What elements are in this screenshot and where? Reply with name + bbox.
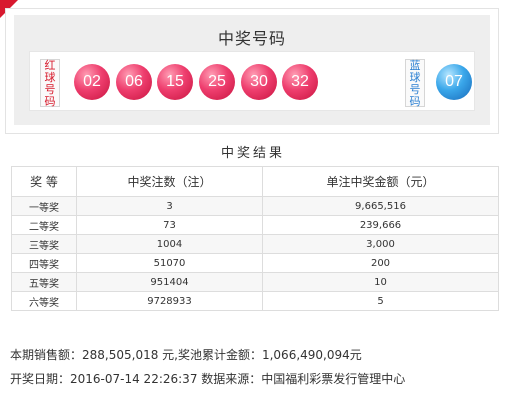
prize-table: 奖 等 中奖注数（注） 单注中奖金额（元） 一等奖 3 9,665,516 二等… [11, 166, 499, 311]
winning-numbers-title: 中奖号码 [217, 29, 286, 48]
prize-amount: 3,000 [262, 234, 499, 254]
winner-count: 1004 [76, 234, 263, 254]
prize-level: 六等奖 [11, 291, 77, 311]
prize-amount: 5 [262, 291, 499, 311]
red-ball: 15 [157, 64, 193, 100]
header-prize-amount: 单注中奖金额（元） [262, 166, 499, 197]
red-ball: 32 [282, 64, 318, 100]
table-row: 六等奖 9728933 5 [11, 291, 499, 311]
prize-level: 三等奖 [11, 234, 77, 254]
table-row: 三等奖 1004 3,000 [11, 234, 499, 254]
winner-count: 951404 [76, 272, 263, 292]
blue-ball-label: 蓝 球 号 码 [405, 59, 425, 108]
table-row: 一等奖 3 9,665,516 [11, 196, 499, 216]
header-winner-count: 中奖注数（注） [76, 166, 263, 197]
winning-numbers-inner: 中奖号码 红 球 号 码 02 06 15 25 30 32 蓝 球 号 码 0… [14, 15, 490, 125]
red-ball: 02 [74, 64, 110, 100]
prize-amount: 10 [262, 272, 499, 292]
winner-count: 51070 [76, 253, 263, 273]
prize-level: 一等奖 [11, 196, 77, 216]
winner-count: 73 [76, 215, 263, 235]
prize-level: 五等奖 [11, 272, 77, 292]
winning-numbers-panel: 中奖号码 红 球 号 码 02 06 15 25 30 32 蓝 球 号 码 0… [5, 8, 499, 134]
prize-amount: 9,665,516 [262, 196, 499, 216]
blue-label-char: 码 [409, 95, 421, 108]
prize-level: 四等奖 [11, 253, 77, 273]
red-label-char: 码 [44, 95, 56, 108]
table-row: 二等奖 73 239,666 [11, 215, 499, 235]
table-header-row: 奖 等 中奖注数（注） 单注中奖金额（元） [11, 166, 499, 197]
table-row: 四等奖 51070 200 [11, 253, 499, 273]
sales-summary: 本期销售额：288,505,018 元,奖池累计金额：1,066,490,094… [10, 348, 362, 362]
red-ball-label: 红 球 号 码 [40, 59, 60, 108]
header-prize-level: 奖 等 [11, 166, 77, 197]
prize-level: 二等奖 [11, 215, 77, 235]
draw-date-source: 开奖日期：2016-07-14 22:26:37 数据来源：中国福利彩票发行管理… [10, 372, 406, 386]
winner-count: 3 [76, 196, 263, 216]
red-ball: 25 [199, 64, 235, 100]
prize-amount: 200 [262, 253, 499, 273]
results-title: 中奖结果 [220, 146, 285, 161]
ball-row: 红 球 号 码 02 06 15 25 30 32 蓝 球 号 码 07 [29, 51, 475, 111]
red-ball: 06 [116, 64, 152, 100]
red-ball: 30 [241, 64, 277, 100]
table-row: 五等奖 951404 10 [11, 272, 499, 292]
blue-ball: 07 [436, 64, 472, 100]
winner-count: 9728933 [76, 291, 263, 311]
prize-amount: 239,666 [262, 215, 499, 235]
